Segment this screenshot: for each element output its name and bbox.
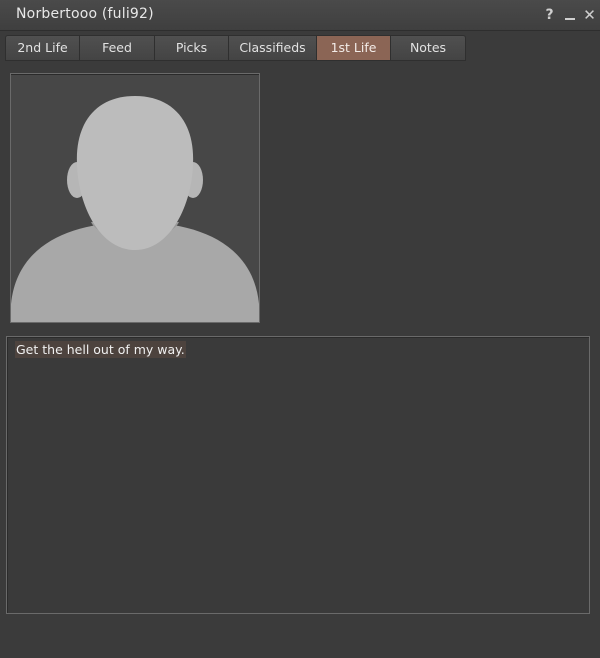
about-text-area[interactable]: Get the hell out of my way. bbox=[6, 336, 590, 614]
window-controls: ? ✕ bbox=[536, 4, 596, 26]
avatar-silhouette-icon bbox=[11, 96, 259, 322]
tab-notes[interactable]: Notes bbox=[391, 35, 466, 61]
minimize-icon bbox=[564, 18, 575, 20]
minimize-button[interactable] bbox=[563, 6, 576, 24]
tab-1st-life[interactable]: 1st Life bbox=[317, 35, 391, 61]
profile-tabs: 2nd Life Feed Picks Classifieds 1st Life… bbox=[5, 35, 466, 61]
tab-picks[interactable]: Picks bbox=[155, 35, 229, 61]
close-button[interactable]: ✕ bbox=[583, 6, 596, 24]
window-title: Norbertooo (fuli92) bbox=[16, 6, 154, 22]
tab-feed[interactable]: Feed bbox=[80, 35, 155, 61]
tab-2nd-life[interactable]: 2nd Life bbox=[5, 35, 80, 61]
help-button[interactable]: ? bbox=[543, 6, 556, 24]
profile-picture[interactable] bbox=[10, 73, 260, 323]
tab-classifieds[interactable]: Classifieds bbox=[229, 35, 317, 61]
about-text: Get the hell out of my way. bbox=[15, 341, 186, 358]
question-mark-icon: ? bbox=[545, 7, 554, 23]
close-icon: ✕ bbox=[583, 6, 596, 24]
title-bar[interactable]: Norbertooo (fuli92) ? ✕ bbox=[0, 0, 600, 31]
